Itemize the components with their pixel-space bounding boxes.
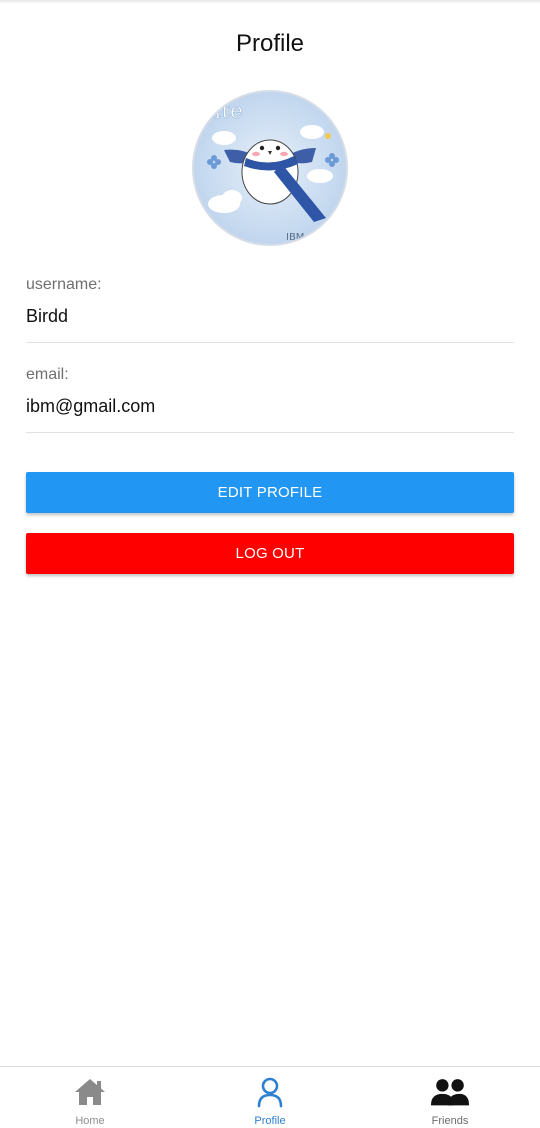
bottom-tab-bar: Home Profile Friends bbox=[0, 1066, 540, 1128]
username-value: Birdd bbox=[26, 306, 69, 326]
email-field: email: ibm@gmail.com bbox=[26, 366, 514, 433]
person-icon bbox=[250, 1076, 290, 1108]
bird-avatar-image: hite IBM bbox=[194, 92, 346, 244]
svg-text:hite: hite bbox=[200, 99, 243, 124]
profile-screen: Profile hite IBM username: Birdd email: … bbox=[0, 0, 540, 1128]
avatar[interactable]: hite IBM bbox=[192, 90, 348, 246]
log-out-button[interactable]: LOG OUT bbox=[26, 533, 514, 574]
tab-friends[interactable]: Friends bbox=[360, 1067, 540, 1128]
username-field: username: Birdd bbox=[26, 276, 514, 343]
email-label: email: bbox=[26, 366, 69, 383]
tab-home[interactable]: Home bbox=[0, 1067, 180, 1128]
page-title: Profile bbox=[235, 30, 305, 57]
email-value: ibm@gmail.com bbox=[26, 396, 156, 416]
tab-profile[interactable]: Profile bbox=[180, 1067, 360, 1128]
status-bar-shadow bbox=[0, 0, 540, 4]
tab-profile-label: Profile bbox=[254, 1115, 286, 1127]
tab-home-label: Home bbox=[75, 1115, 105, 1127]
username-label: username: bbox=[26, 276, 102, 293]
friends-icon bbox=[430, 1076, 470, 1108]
svg-text:IBM: IBM bbox=[286, 232, 304, 243]
edit-profile-button[interactable]: EDIT PROFILE bbox=[26, 472, 514, 513]
home-icon bbox=[70, 1076, 110, 1108]
tab-friends-label: Friends bbox=[431, 1115, 469, 1127]
